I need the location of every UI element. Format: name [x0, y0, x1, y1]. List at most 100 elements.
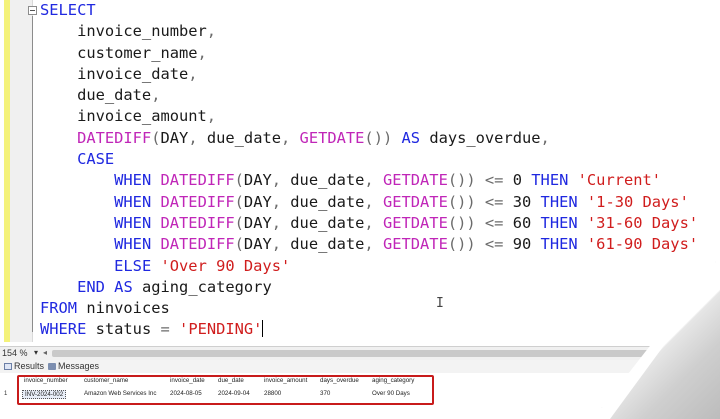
column-header[interactable]: aging_category — [372, 377, 414, 384]
column-header[interactable]: customer_name — [84, 377, 128, 384]
code-token: due_date — [290, 192, 365, 211]
code-token: ( — [151, 128, 161, 147]
code-line[interactable]: invoice_date, — [40, 64, 716, 85]
code-token: AS — [401, 128, 421, 147]
code-line[interactable]: WHEN DATEDIFF(DAY, due_date, GETDATE()) … — [40, 213, 716, 234]
code-token: 'PENDING' — [179, 320, 263, 339]
horizontal-scrollbar[interactable] — [52, 350, 692, 357]
code-token: FROM — [40, 299, 78, 318]
screenshot-page: SELECT invoice_number, customer_name, in… — [0, 0, 716, 408]
code-token: ELSE — [114, 256, 152, 275]
code-token: due_date — [206, 128, 281, 147]
outline-line — [32, 16, 33, 332]
code-token: , — [271, 213, 291, 232]
table-cell[interactable]: 2024-09-04 — [218, 390, 250, 397]
code-line[interactable]: invoice_number, — [40, 21, 716, 42]
code-token: ()) — [364, 128, 402, 147]
code-token: aging_category — [132, 277, 272, 296]
code-token: , — [540, 128, 550, 147]
code-token: , — [188, 128, 207, 147]
grid-icon — [4, 362, 12, 370]
code-token: ( — [234, 192, 244, 211]
code-line[interactable]: WHEN DATEDIFF(DAY, due_date, GETDATE()) … — [40, 192, 716, 213]
table-cell[interactable]: INV-2024-002 — [22, 390, 67, 399]
code-line[interactable]: WHEN DATEDIFF(DAY, due_date, GETDATE()) … — [40, 170, 716, 191]
tab-messages-label: Messages — [58, 361, 100, 371]
column-header[interactable]: due_date — [218, 377, 244, 384]
code-token: due_date — [40, 86, 152, 105]
code-token: days_overdue — [420, 128, 541, 147]
code-line[interactable]: DATEDIFF(DAY, due_date, GETDATE()) AS da… — [40, 128, 716, 149]
code-token: THEN — [540, 192, 578, 211]
code-token: status — [86, 320, 161, 339]
row-number: 1 — [4, 391, 8, 397]
column-header[interactable]: invoice_amount — [264, 377, 307, 384]
zoom-level[interactable]: 154 % — [2, 348, 28, 358]
code-token: '1-30 Days' — [586, 192, 689, 211]
column-header[interactable]: days_overdue — [320, 377, 359, 384]
zoom-dropdown-icon[interactable]: ▾ — [34, 348, 38, 357]
code-line[interactable]: ELSE 'Over 90 Days' — [40, 256, 716, 277]
code-token: GETDATE — [382, 192, 448, 211]
code-token: , — [364, 171, 383, 190]
code-line[interactable]: END AS aging_category — [40, 277, 716, 298]
table-cell[interactable]: 2024-08-05 — [170, 390, 202, 397]
code-token: ()) <= — [447, 213, 513, 232]
code-line[interactable]: WHEN DATEDIFF(DAY, due_date, GETDATE()) … — [40, 234, 716, 255]
code-token: GETDATE — [382, 171, 448, 190]
collapse-toggle-icon[interactable] — [28, 6, 37, 15]
table-cell[interactable]: Amazon Web Services Inc — [84, 390, 156, 397]
code-token: DAY — [160, 128, 189, 147]
code-line[interactable]: FROM ninvoices — [40, 298, 716, 319]
code-token: , — [271, 235, 291, 254]
code-token: , — [206, 107, 217, 126]
code-token: 'Over 90 Days' — [160, 256, 291, 275]
code-token: , — [364, 235, 383, 254]
results-grid: 1 invoice_number customer_name invoice_d… — [0, 374, 560, 408]
results-tabs: Results Messages — [0, 360, 712, 373]
code-line[interactable]: due_date, — [40, 85, 716, 106]
scroll-left-icon[interactable]: ◂ — [43, 348, 47, 357]
code-token: invoice_date — [40, 64, 189, 83]
code-token: customer_name — [40, 43, 198, 62]
table-cell[interactable]: 370 — [320, 390, 330, 397]
code-token: invoice_amount — [40, 107, 207, 126]
table-cell[interactable]: 28800 — [264, 390, 281, 397]
column-header[interactable]: invoice_date — [170, 377, 205, 384]
code-line[interactable]: customer_name, — [40, 43, 716, 64]
code-line[interactable]: invoice_amount, — [40, 106, 716, 127]
message-icon — [48, 362, 56, 370]
code-token: GETDATE — [299, 128, 365, 147]
tab-results[interactable]: Results — [4, 361, 44, 371]
code-token: due_date — [290, 171, 365, 190]
code-token: , — [271, 171, 291, 190]
code-line[interactable]: SELECT — [40, 0, 716, 21]
code-token: GETDATE — [382, 213, 448, 232]
table-cell[interactable]: Over 90 Days — [372, 390, 410, 397]
column-header[interactable]: invoice_number — [24, 377, 68, 384]
tab-messages[interactable]: Messages — [48, 361, 99, 371]
code-token: DAY — [243, 213, 272, 232]
sql-editor[interactable]: SELECT invoice_number, customer_name, in… — [40, 0, 716, 345]
code-token: 0 — [512, 171, 522, 190]
code-line[interactable]: WHERE status = 'PENDING' — [40, 319, 716, 340]
code-token: WHEN — [114, 235, 152, 254]
code-line[interactable]: CASE — [40, 149, 716, 170]
